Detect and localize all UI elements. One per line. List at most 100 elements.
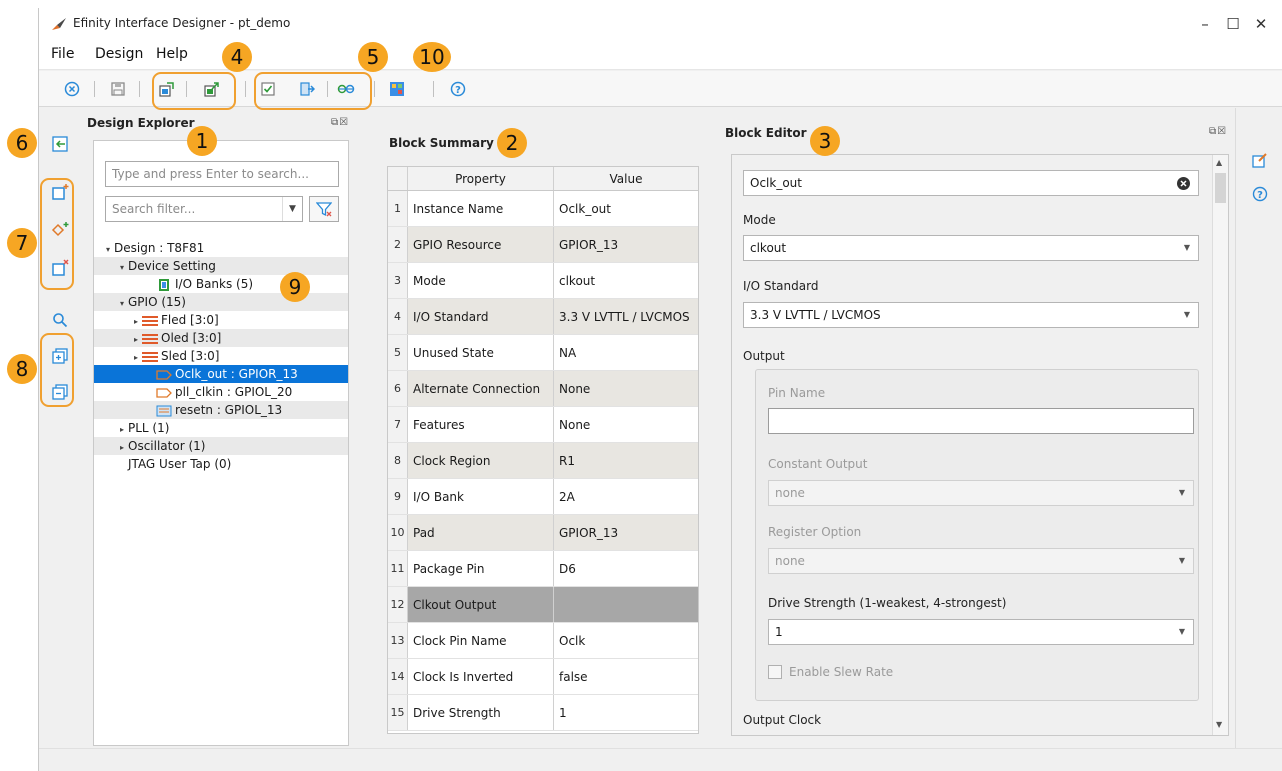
value-cell: 2A: [559, 490, 575, 504]
value-cell: clkout: [559, 274, 596, 288]
collapse-panel-icon[interactable]: [50, 134, 70, 154]
menu-design[interactable]: Design: [95, 46, 143, 62]
callout-4: 4: [222, 42, 252, 72]
slew-rate-label: Enable Slew Rate: [789, 665, 894, 679]
chevron-down-icon[interactable]: ▼: [282, 197, 302, 221]
table-row[interactable]: 9 I/O Bank 2A: [388, 479, 698, 515]
table-row[interactable]: 8 Clock Region R1: [388, 443, 698, 479]
help-icon[interactable]: ?: [447, 78, 469, 100]
table-row[interactable]: 3 Mode clkout: [388, 263, 698, 299]
title-bar: Efinity Interface Designer - pt_demo – ☐…: [39, 8, 1282, 40]
pin-name-input[interactable]: [768, 408, 1194, 434]
mode-label: Mode: [743, 213, 776, 227]
minimize-button[interactable]: –: [1191, 12, 1219, 36]
bus-icon: [142, 313, 161, 327]
value-cell: None: [559, 418, 591, 432]
highlight-expand-collapse: [40, 333, 74, 407]
tree-item[interactable]: JTAG User Tap (0): [94, 455, 348, 473]
edit-icon[interactable]: [1250, 150, 1270, 170]
value-header: Value: [609, 172, 643, 186]
chevron-down-icon: ▼: [1178, 627, 1185, 636]
callout-6: 6: [7, 128, 37, 158]
tree-item[interactable]: ▾ GPIO (15): [94, 293, 348, 311]
io-standard-select[interactable]: 3.3 V LVTTL / LVCMOS ▼: [743, 302, 1199, 328]
toolbar-separator: [433, 81, 434, 97]
tree-item[interactable]: resetn : GPIOL_13: [94, 401, 348, 419]
help-icon[interactable]: ?: [1250, 184, 1270, 204]
mode-value: clkout: [750, 241, 787, 255]
instance-name-field[interactable]: Oclk_out: [743, 170, 1199, 196]
io-standard-label: I/O Standard: [743, 279, 819, 293]
property-cell: I/O Bank: [408, 479, 554, 514]
explorer-panel-controls[interactable]: ⧉☒: [331, 117, 349, 128]
drive-strength-select[interactable]: 1 ▼: [768, 619, 1194, 645]
table-row[interactable]: 7 Features None: [388, 407, 698, 443]
property-cell: Clkout Output: [408, 587, 554, 622]
close-button[interactable]: ✕: [1247, 12, 1275, 36]
value-cell: GPIOR_13: [554, 515, 698, 550]
scroll-thumb[interactable]: [1215, 173, 1226, 203]
row-number: 5: [388, 335, 408, 370]
search-input[interactable]: [105, 161, 339, 187]
property-cell: Clock Region: [408, 443, 554, 478]
scroll-up-icon[interactable]: ▲: [1216, 158, 1222, 167]
in-pin-icon: [156, 385, 175, 399]
search-icon[interactable]: [50, 310, 70, 330]
scroll-down-icon[interactable]: ▼: [1216, 720, 1222, 729]
mode-select[interactable]: clkout ▼: [743, 235, 1199, 261]
register-option-select[interactable]: none ▼: [768, 548, 1194, 574]
editor-scrollbar[interactable]: ▲ ▼: [1212, 155, 1228, 735]
instance-name-value: Oclk_out: [750, 176, 802, 190]
property-cell: Clock Is Inverted: [408, 659, 554, 694]
tree-item[interactable]: ▸ PLL (1): [94, 419, 348, 437]
save-icon[interactable]: [107, 78, 129, 100]
maximize-button[interactable]: ☐: [1219, 12, 1247, 36]
tree-item[interactable]: ▸ Sled [3:0]: [94, 347, 348, 365]
tree-item[interactable]: Oclk_out : GPIOR_13: [94, 365, 348, 383]
close-circle-icon[interactable]: [61, 78, 83, 100]
tree-item[interactable]: ▾ Device Setting: [94, 257, 348, 275]
table-row[interactable]: 13 Clock Pin Name Oclk: [388, 623, 698, 659]
constant-output-select[interactable]: none ▼: [768, 480, 1194, 506]
table-row[interactable]: 15 Drive Strength 1: [388, 695, 698, 731]
table-row[interactable]: 14 Clock Is Inverted false: [388, 659, 698, 695]
tree-item[interactable]: ▸ Fled [3:0]: [94, 311, 348, 329]
table-row[interactable]: 6 Alternate Connection None: [388, 371, 698, 407]
row-number: 13: [388, 623, 408, 658]
chevron-down-icon: ▼: [1178, 488, 1185, 497]
menu-help[interactable]: Help: [156, 46, 188, 62]
row-number: 10: [388, 515, 408, 550]
chevron-down-icon: ▼: [1178, 556, 1185, 565]
bus-icon: [142, 349, 161, 363]
tree-item[interactable]: ▸ Oled [3:0]: [94, 329, 348, 347]
table-row[interactable]: 12 Clkout Output: [388, 587, 698, 623]
toolbar-separator: [374, 81, 375, 97]
table-row[interactable]: 11 Package Pin D6: [388, 551, 698, 587]
editor-panel-controls[interactable]: ⧉☒: [1209, 126, 1227, 137]
drive-strength-value: 1: [775, 625, 783, 639]
menu-file[interactable]: File: [51, 46, 74, 62]
tree-item-label: resetn : GPIOL_13: [175, 403, 283, 417]
table-row[interactable]: 5 Unused State NA: [388, 335, 698, 371]
property-cell: Drive Strength: [408, 695, 554, 730]
callout-8: 8: [7, 354, 37, 384]
property-cell: Features: [408, 407, 554, 442]
slew-rate-checkbox[interactable]: [768, 665, 782, 679]
tree-item[interactable]: ▸ Oscillator (1): [94, 437, 348, 455]
tree-item[interactable]: ▾ Design : T8F81: [94, 239, 348, 257]
row-number: 9: [388, 479, 408, 514]
property-cell: Instance Name: [408, 191, 554, 226]
table-row[interactable]: 10 Pad GPIOR_13: [388, 515, 698, 551]
table-row[interactable]: 2 GPIO Resource GPIOR_13: [388, 227, 698, 263]
search-filter-combo[interactable]: Search filter... ▼: [105, 196, 303, 222]
filter-icon[interactable]: [309, 196, 339, 222]
tree-item[interactable]: pll_clkin : GPIOL_20: [94, 383, 348, 401]
status-bar: [39, 748, 1282, 771]
table-row[interactable]: 4 I/O Standard 3.3 V LVTTL / LVCMOS: [388, 299, 698, 335]
bus-icon: [142, 331, 161, 345]
table-row[interactable]: 1 Instance Name Oclk_out: [388, 191, 698, 227]
report-icon[interactable]: [386, 78, 408, 100]
tree-item-label: Fled [3:0]: [161, 313, 219, 327]
tree-item[interactable]: I/O Banks (5): [94, 275, 348, 293]
clear-icon[interactable]: [1177, 177, 1190, 190]
